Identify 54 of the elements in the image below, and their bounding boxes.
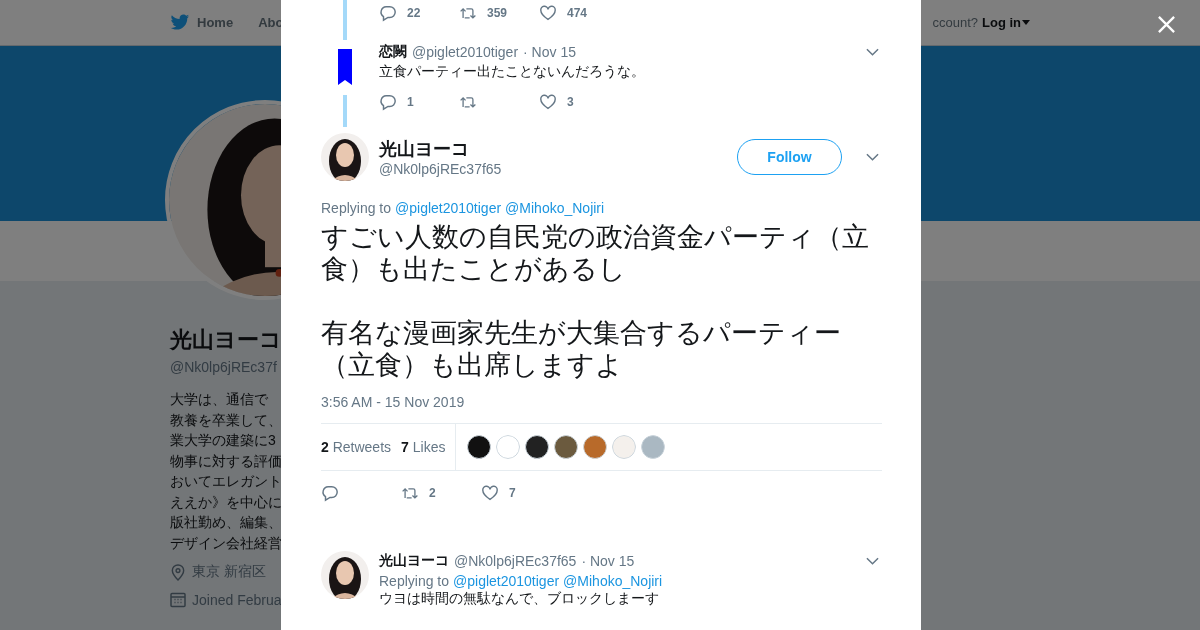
chevron-icon[interactable] xyxy=(866,153,879,161)
avatar-icon[interactable] xyxy=(554,435,579,459)
nav-link[interactable]: Home xyxy=(197,15,234,30)
avatar-icon[interactable] xyxy=(525,435,550,459)
mention-link[interactable]: @piglet2010tiger xyxy=(395,200,502,216)
heart-icon xyxy=(481,484,499,502)
reply-icon xyxy=(379,4,397,22)
tweet-date: · Nov 15 xyxy=(523,44,576,60)
login-link[interactable]: Log in xyxy=(982,15,1021,30)
heart-icon xyxy=(539,4,557,22)
retweet-action[interactable]: 2 xyxy=(401,484,481,502)
login-prompt: ccount? xyxy=(932,15,978,30)
like-action[interactable]: 474 xyxy=(539,4,619,22)
chevron-icon[interactable] xyxy=(866,557,879,565)
stat-link[interactable]: 7 Likes xyxy=(401,439,446,455)
replying-label: Replying to xyxy=(379,573,450,589)
tweet-text: すごい人数の自民党の政治資金パーティ（立食）も出たことがあるし xyxy=(321,221,870,285)
close-icon[interactable] xyxy=(1157,15,1176,34)
author-name: 恋闕 xyxy=(379,43,407,61)
tweet-date: · Nov 15 xyxy=(581,553,635,569)
mention-link[interactable]: @piglet2010tiger xyxy=(453,573,560,589)
calendar-icon xyxy=(170,591,186,608)
author-handle: @Nk0lp6jREc37f65 xyxy=(379,161,502,177)
chevron-icon[interactable] xyxy=(866,48,879,56)
like-action[interactable]: 7 xyxy=(481,484,561,502)
follow-button[interactable]: Follow xyxy=(737,139,842,175)
mention-link[interactable]: @Mihoko_Nojiri xyxy=(563,573,663,589)
tweet-text: 立食パーティー出たことないんだろうな。 xyxy=(379,63,646,81)
caret-icon xyxy=(1022,20,1030,25)
reply-action[interactable]: 1 xyxy=(379,93,459,111)
profile-handle: @Nk0lp6jREc37f xyxy=(170,359,277,375)
profile-joined: Joined Februa xyxy=(192,591,282,608)
profile-name: 光山ヨーコ xyxy=(170,326,282,354)
tweet-timestamp: 3:56 AM - 15 Nov 2019 xyxy=(321,394,466,410)
avatar-icon[interactable] xyxy=(467,435,492,459)
tweet-text: ウヨは時間の無駄なんで、ブロックしまーす xyxy=(379,590,660,608)
bookmark-icon xyxy=(338,49,352,85)
reply-action[interactable]: 22 xyxy=(379,4,459,22)
like-action[interactable]: 3 xyxy=(539,93,619,111)
author-handle: @piglet2010tiger xyxy=(412,44,519,60)
profile-location: 東京 新宿区 xyxy=(192,563,266,581)
mention-link[interactable]: @Mihoko_Nojiri xyxy=(505,200,605,216)
profile-bio: 大学は、通信で 教養を卒業して、 業大学の建築に3 物事に対する評価 おいてエレガント ええか》を中心に 版社勤め、編集、 デザイン会社経営 xyxy=(170,390,282,553)
location-icon xyxy=(170,563,186,581)
retweet-action[interactable]: 359 xyxy=(459,4,539,22)
bird-icon xyxy=(170,14,190,31)
heart-icon xyxy=(539,93,557,111)
reply-icon xyxy=(321,484,339,502)
stat-link[interactable]: 2 Retweets xyxy=(321,439,392,455)
reply-icon xyxy=(379,93,397,111)
author-name: 光山ヨーコ xyxy=(379,138,470,161)
author-handle: @Nk0lp6jREc37f65 xyxy=(454,553,577,569)
tweet-text: 有名な漫画家先生が大集合するパーティー（立食）も出席しますよ xyxy=(321,317,842,381)
author-name: 光山ヨーコ xyxy=(379,552,449,570)
